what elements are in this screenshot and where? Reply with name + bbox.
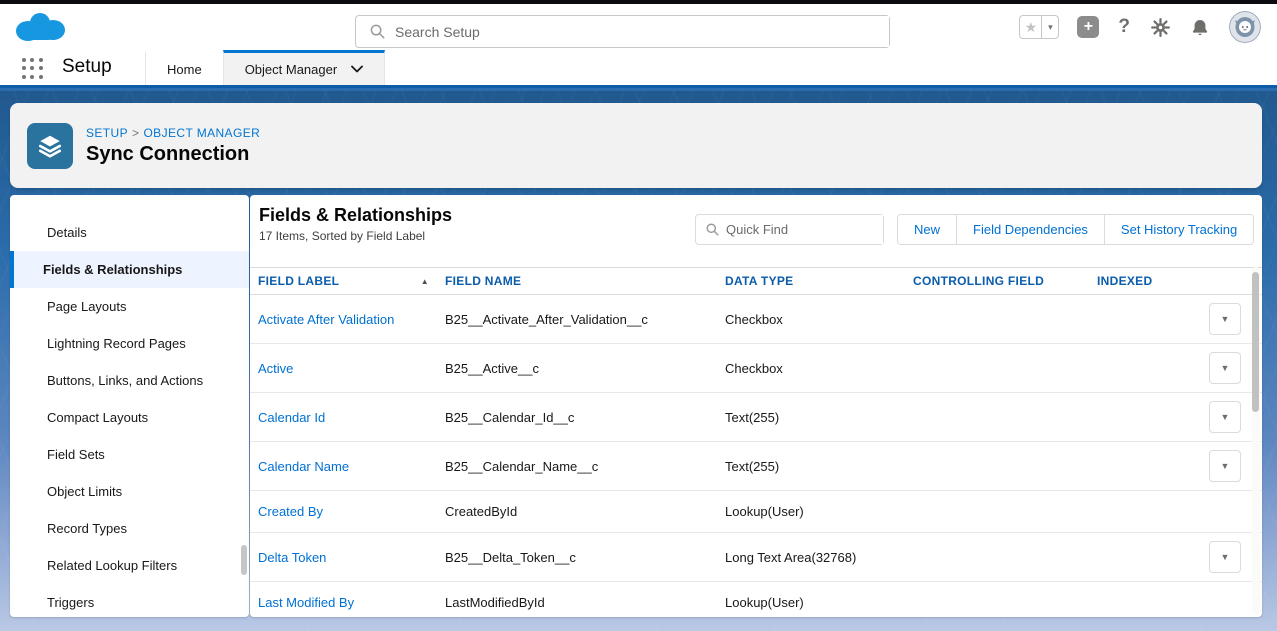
page-header-card: SETUP > OBJECT MANAGER Sync Connection [10, 103, 1262, 188]
setup-nav-bar: Setup Home Object Manager [0, 50, 1277, 88]
table-header-row: FIELD LABEL ▲ FIELD NAME DATA TYPE CONTR… [250, 267, 1262, 295]
field-name-cell: B25__Calendar_Name__c [445, 459, 725, 474]
fields-relationships-panel: Fields & Relationships 17 Items, Sorted … [250, 195, 1262, 617]
favorites-caret-icon[interactable]: ▾ [1042, 15, 1059, 39]
sidebar-item-details[interactable]: Details [10, 214, 249, 251]
field-label-link[interactable]: Created By [250, 504, 445, 519]
sidebar-item-fields-relationships[interactable]: Fields & Relationships [10, 251, 249, 288]
chevron-down-icon [351, 65, 363, 73]
favorites-button-group: ★ ▾ [1019, 15, 1059, 39]
sidebar-item-buttons-links-and-actions[interactable]: Buttons, Links, and Actions [10, 362, 249, 399]
field-name-cell: LastModifiedById [445, 595, 725, 610]
data-type-cell: Long Text Area(32768) [725, 550, 913, 565]
search-icon [706, 223, 719, 236]
table-row: Last Modified By LastModifiedById Lookup… [250, 582, 1262, 617]
salesforce-setup-page: ★ ▾ + ? [0, 0, 1277, 631]
column-header-indexed[interactable]: INDEXED [1097, 274, 1207, 288]
field-name-cell: B25__Delta_Token__c [445, 550, 725, 565]
row-actions-menu-button[interactable]: ▼ [1209, 401, 1241, 433]
data-type-cell: Lookup(User) [725, 504, 913, 519]
field-label-link[interactable]: Active [250, 361, 445, 376]
row-actions-menu-button[interactable]: ▼ [1209, 450, 1241, 482]
field-label-link[interactable]: Delta Token [250, 550, 445, 565]
sidebar-item-page-layouts[interactable]: Page Layouts [10, 288, 249, 325]
field-label-link[interactable]: Last Modified By [250, 595, 445, 610]
object-sidebar: Details Fields & Relationships Page Layo… [10, 195, 249, 617]
nav-tab-home[interactable]: Home [145, 50, 223, 85]
breadcrumb-object-manager-link[interactable]: OBJECT MANAGER [143, 126, 260, 140]
column-header-field-name[interactable]: FIELD NAME [445, 274, 725, 288]
table-row: Activate After Validation B25__Activate_… [250, 295, 1262, 344]
search-setup-input[interactable] [395, 16, 889, 47]
breadcrumb-setup-link[interactable]: SETUP [86, 126, 128, 140]
header-icon-cluster: ★ ▾ + ? [1019, 4, 1261, 50]
salesforce-logo[interactable] [13, 10, 67, 51]
breadcrumb: SETUP > OBJECT MANAGER [86, 126, 260, 140]
data-type-cell: Text(255) [725, 410, 913, 425]
new-button[interactable]: New [898, 215, 956, 244]
table-row: Active B25__Active__c Checkbox ▼ [250, 344, 1262, 393]
table-row: Created By CreatedById Lookup(User) [250, 491, 1262, 533]
field-name-cell: B25__Calendar_Id__c [445, 410, 725, 425]
data-type-cell: Text(255) [725, 459, 913, 474]
column-header-controlling-field[interactable]: CONTROLLING FIELD [913, 274, 1097, 288]
field-name-cell: B25__Active__c [445, 361, 725, 376]
app-name: Setup [62, 56, 112, 78]
field-label-link[interactable]: Calendar Id [250, 410, 445, 425]
data-type-cell: Lookup(User) [725, 595, 913, 610]
sidebar-item-related-lookup-filters[interactable]: Related Lookup Filters [10, 547, 249, 584]
app-launcher-icon[interactable] [22, 58, 44, 80]
row-actions-menu-button[interactable]: ▼ [1209, 541, 1241, 573]
setup-gear-icon[interactable] [1150, 17, 1171, 38]
toolbar-button-group: NewField DependenciesSet History Trackin… [897, 214, 1254, 245]
sort-asc-icon: ▲ [421, 277, 429, 286]
salesforce-cloud-icon [13, 10, 67, 46]
user-avatar[interactable] [1229, 11, 1261, 43]
search-icon [370, 24, 385, 39]
table-row: Calendar Id B25__Calendar_Id__c Text(255… [250, 393, 1262, 442]
field-name-cell: B25__Activate_After_Validation__c [445, 312, 725, 327]
column-header-data-type[interactable]: DATA TYPE [725, 274, 913, 288]
field-label-link[interactable]: Calendar Name [250, 459, 445, 474]
list-subtitle: 17 Items, Sorted by Field Label [259, 229, 425, 243]
field-name-cell: CreatedById [445, 504, 725, 519]
breadcrumb-separator: > [132, 126, 139, 140]
list-toolbar: Fields & Relationships 17 Items, Sorted … [250, 195, 1262, 267]
help-question-icon[interactable]: ? [1118, 16, 1130, 38]
list-title: Fields & Relationships [259, 205, 452, 226]
object-manager-icon [27, 123, 73, 169]
sidebar-item-lightning-record-pages[interactable]: Lightning Record Pages [10, 325, 249, 362]
table-row: Delta Token B25__Delta_Token__c Long Tex… [250, 533, 1262, 582]
sidebar-scrollbar-thumb[interactable] [241, 545, 247, 575]
sidebar-item-record-types[interactable]: Record Types [10, 510, 249, 547]
nav-tabs: Home Object Manager [145, 50, 385, 85]
quick-find-input[interactable] [726, 215, 883, 244]
favorites-star-icon[interactable]: ★ [1019, 15, 1042, 39]
table-body: Activate After Validation B25__Activate_… [250, 295, 1262, 617]
column-header-field-label[interactable]: FIELD LABEL ▲ [250, 274, 445, 288]
notifications-bell-icon[interactable] [1190, 17, 1210, 38]
sidebar-item-triggers[interactable]: Triggers [10, 584, 249, 617]
data-type-cell: Checkbox [725, 361, 913, 376]
sidebar-item-compact-layouts[interactable]: Compact Layouts [10, 399, 249, 436]
data-type-cell: Checkbox [725, 312, 913, 327]
nav-tab-object-manager[interactable]: Object Manager [223, 50, 386, 85]
quick-find[interactable] [695, 214, 884, 245]
table-row: Calendar Name B25__Calendar_Name__c Text… [250, 442, 1262, 491]
field-label-link[interactable]: Activate After Validation [250, 312, 445, 327]
set-history-tracking-button[interactable]: Set History Tracking [1104, 215, 1253, 244]
quick-add-plus-icon[interactable]: + [1077, 16, 1099, 38]
row-actions-menu-button[interactable]: ▼ [1209, 352, 1241, 384]
table-scrollbar-thumb[interactable] [1252, 272, 1259, 412]
row-actions-menu-button[interactable]: ▼ [1209, 303, 1241, 335]
page-title: Sync Connection [86, 143, 260, 166]
global-search[interactable] [355, 15, 890, 48]
global-header: ★ ▾ + ? [0, 4, 1277, 50]
sidebar-item-field-sets[interactable]: Field Sets [10, 436, 249, 473]
field-dependencies-button[interactable]: Field Dependencies [956, 215, 1104, 244]
sidebar-item-object-limits[interactable]: Object Limits [10, 473, 249, 510]
